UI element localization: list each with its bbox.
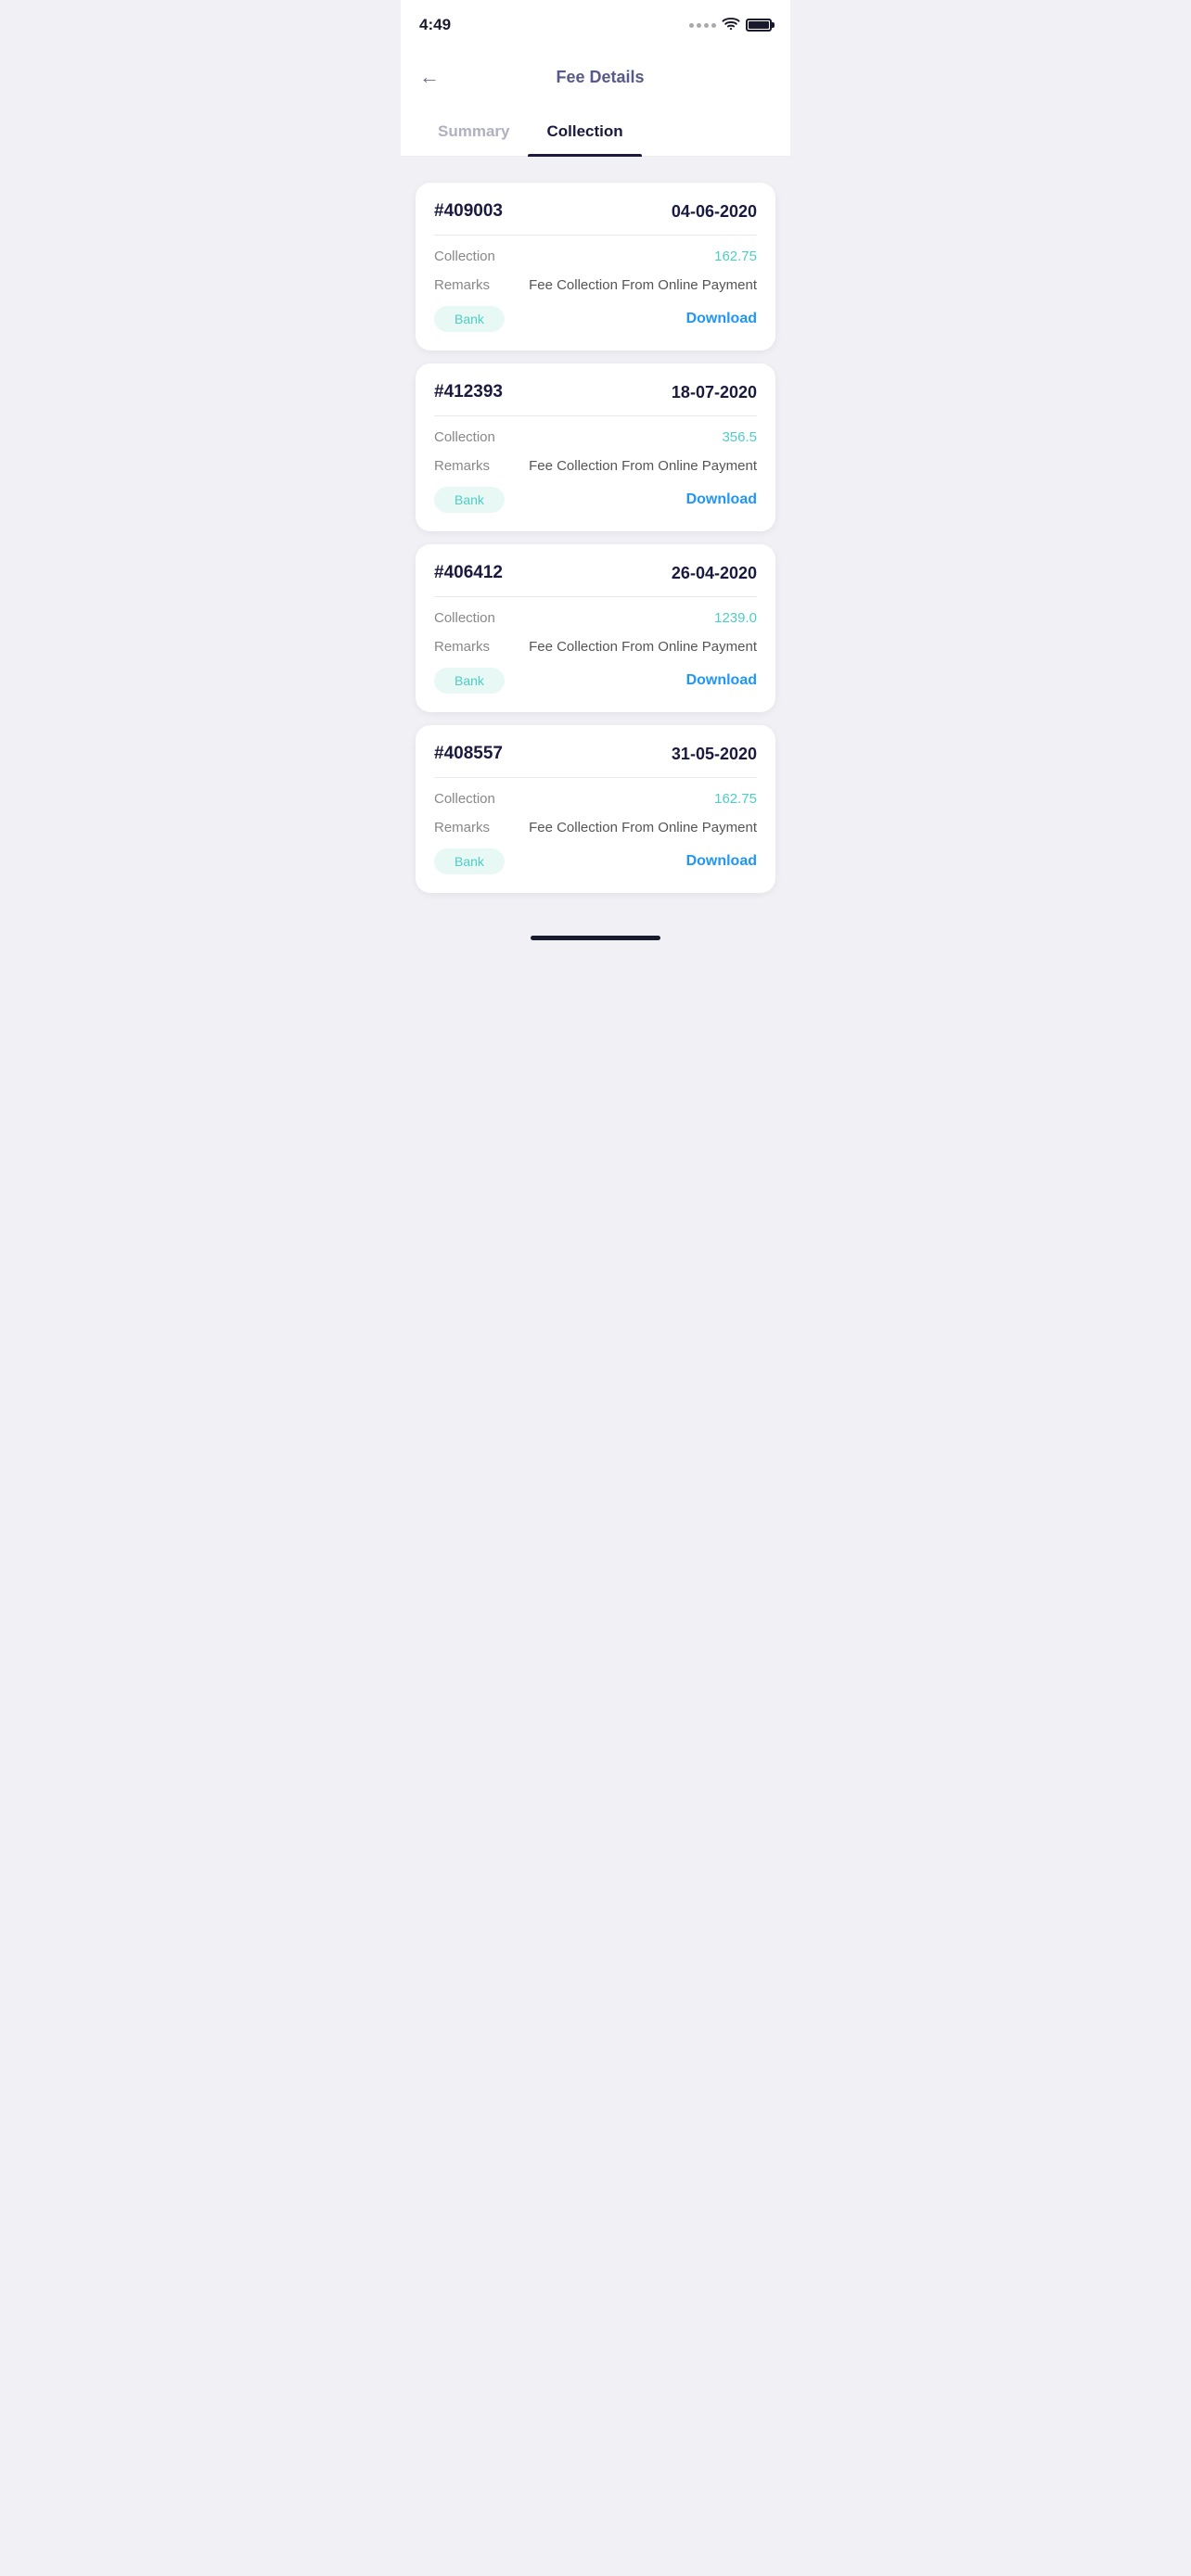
collection-label-1: Collection bbox=[434, 249, 495, 264]
card-4-collection-value: 162.75 bbox=[714, 791, 757, 807]
card-3-remarks-value: Fee Collection From Online Payment bbox=[529, 639, 757, 655]
remarks-label-3: Remarks bbox=[434, 639, 490, 655]
card-1-remarks-value: Fee Collection From Online Payment bbox=[529, 277, 757, 293]
collection-label-4: Collection bbox=[434, 791, 495, 807]
card-4-footer: Bank Download bbox=[434, 848, 757, 874]
content-area: #409003 04-06-2020 Collection 162.75 Rem… bbox=[401, 172, 790, 921]
home-indicator bbox=[401, 921, 790, 950]
card-3-date: 26-04-2020 bbox=[672, 564, 757, 583]
card-2-id: #412393 bbox=[434, 382, 503, 402]
remarks-label-2: Remarks bbox=[434, 458, 490, 474]
card-2-remarks-value: Fee Collection From Online Payment bbox=[529, 458, 757, 474]
fee-card-4: #408557 31-05-2020 Collection 162.75 Rem… bbox=[416, 725, 775, 893]
card-2-footer: Bank Download bbox=[434, 487, 757, 513]
card-1-collection-value: 162.75 bbox=[714, 249, 757, 264]
card-3-collection-row: Collection 1239.0 bbox=[434, 610, 757, 626]
card-1-header: #409003 04-06-2020 bbox=[434, 201, 757, 236]
tab-collection[interactable]: Collection bbox=[528, 111, 641, 156]
card-4-collection-row: Collection 162.75 bbox=[434, 791, 757, 807]
card-3-header: #406412 26-04-2020 bbox=[434, 563, 757, 597]
card-1-date: 04-06-2020 bbox=[672, 202, 757, 222]
card-2-bank-badge: Bank bbox=[434, 487, 505, 513]
card-2-collection-row: Collection 356.5 bbox=[434, 429, 757, 445]
card-1-footer: Bank Download bbox=[434, 306, 757, 332]
card-3-bank-badge: Bank bbox=[434, 668, 505, 694]
card-4-download-button[interactable]: Download bbox=[686, 853, 757, 870]
status-icons bbox=[689, 17, 772, 34]
remarks-label-1: Remarks bbox=[434, 277, 490, 293]
card-3-download-button[interactable]: Download bbox=[686, 672, 757, 689]
fee-card-3: #406412 26-04-2020 Collection 1239.0 Rem… bbox=[416, 544, 775, 712]
card-3-collection-value: 1239.0 bbox=[714, 610, 757, 626]
card-4-date: 31-05-2020 bbox=[672, 745, 757, 764]
header: ← Fee Details bbox=[401, 46, 790, 111]
card-2-collection-value: 356.5 bbox=[722, 429, 757, 445]
tabs-container: Summary Collection bbox=[401, 111, 790, 157]
card-4-bank-badge: Bank bbox=[434, 848, 505, 874]
page-title: Fee Details bbox=[456, 68, 744, 87]
home-bar bbox=[531, 936, 660, 940]
fee-card-2: #412393 18-07-2020 Collection 356.5 Rema… bbox=[416, 363, 775, 531]
card-1-download-button[interactable]: Download bbox=[686, 311, 757, 327]
tab-summary[interactable]: Summary bbox=[419, 111, 528, 156]
card-4-remarks-row: Remarks Fee Collection From Online Payme… bbox=[434, 820, 757, 835]
remarks-label-4: Remarks bbox=[434, 820, 490, 835]
card-3-id: #406412 bbox=[434, 563, 503, 583]
collection-label-3: Collection bbox=[434, 610, 495, 626]
card-2-download-button[interactable]: Download bbox=[686, 491, 757, 508]
status-bar: 4:49 bbox=[401, 0, 790, 46]
card-3-footer: Bank Download bbox=[434, 668, 757, 694]
card-4-remarks-value: Fee Collection From Online Payment bbox=[529, 820, 757, 835]
card-1-remarks-row: Remarks Fee Collection From Online Payme… bbox=[434, 277, 757, 293]
card-3-remarks-row: Remarks Fee Collection From Online Payme… bbox=[434, 639, 757, 655]
card-1-id: #409003 bbox=[434, 201, 503, 222]
back-button[interactable]: ← bbox=[419, 61, 447, 93]
battery-icon bbox=[746, 19, 772, 32]
card-2-date: 18-07-2020 bbox=[672, 383, 757, 402]
status-time: 4:49 bbox=[419, 16, 451, 34]
fee-card-1: #409003 04-06-2020 Collection 162.75 Rem… bbox=[416, 183, 775, 351]
card-1-bank-badge: Bank bbox=[434, 306, 505, 332]
wifi-icon bbox=[722, 17, 740, 34]
signal-dots-icon bbox=[689, 23, 716, 28]
card-2-remarks-row: Remarks Fee Collection From Online Payme… bbox=[434, 458, 757, 474]
card-2-header: #412393 18-07-2020 bbox=[434, 382, 757, 416]
collection-label-2: Collection bbox=[434, 429, 495, 445]
card-4-id: #408557 bbox=[434, 744, 503, 764]
card-1-collection-row: Collection 162.75 bbox=[434, 249, 757, 264]
card-4-header: #408557 31-05-2020 bbox=[434, 744, 757, 778]
